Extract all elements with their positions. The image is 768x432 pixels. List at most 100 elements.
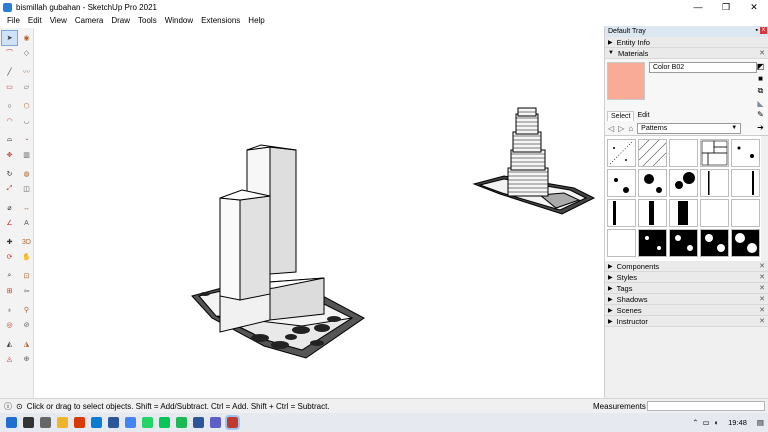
tool-scale-icon[interactable]: ⤢ — [2, 182, 17, 196]
tool-smoove-icon[interactable]: ◬ — [2, 352, 17, 366]
notifications-icon[interactable]: ▤ — [757, 418, 764, 427]
pattern-thumbnail[interactable] — [731, 199, 760, 227]
panel-close-icon[interactable]: ✕ — [759, 317, 765, 325]
home-icon[interactable]: ⌂ — [628, 124, 633, 133]
tool-arc-icon[interactable]: ◠ — [2, 114, 17, 128]
menu-tools[interactable]: Tools — [134, 16, 161, 25]
material-swatch[interactable] — [607, 62, 645, 100]
tool-sandbox-from-contours-icon[interactable]: ◭ — [2, 337, 17, 351]
tool-stamp-icon[interactable]: ⊕ — [19, 352, 34, 366]
panel-close-icon[interactable]: ✕ — [759, 284, 765, 292]
menu-extensions[interactable]: Extensions — [197, 16, 244, 25]
clock[interactable]: 19:48 — [728, 418, 747, 427]
thumbnail-scrollbar[interactable] — [761, 136, 768, 262]
menu-edit[interactable]: Edit — [24, 16, 46, 25]
tool-axes-icon[interactable]: ✚ — [2, 235, 17, 249]
pattern-thumbnail[interactable] — [669, 169, 698, 197]
tool-pan-icon[interactable]: ✋ — [19, 250, 34, 264]
panel-instructor[interactable]: ▶ Instructor ✕ — [605, 316, 768, 327]
materials-panel-header[interactable]: ▼ Materials ✕ — [605, 48, 768, 59]
info-icon[interactable]: ⓘ — [4, 401, 12, 412]
tool-paint-bucket-icon[interactable]: ◉ — [19, 31, 34, 45]
pattern-thumbnail[interactable] — [638, 199, 667, 227]
panel-shadows[interactable]: ▶ Shadows ✕ — [605, 294, 768, 305]
tool-follow-me-icon[interactable]: ◍ — [19, 167, 34, 181]
tool-zoom-window-icon[interactable]: ⊡ — [19, 269, 34, 283]
panel-tags[interactable]: ▶ Tags ✕ — [605, 283, 768, 294]
panel-components[interactable]: ▶ Components ✕ — [605, 261, 768, 272]
menu-camera[interactable]: Camera — [71, 16, 107, 25]
back-arrow-icon[interactable]: ◁ — [608, 124, 614, 133]
pattern-thumbnail[interactable] — [731, 229, 760, 257]
tool-rotate-icon[interactable]: ↻ — [2, 167, 17, 181]
pattern-thumbnail[interactable] — [638, 139, 667, 167]
menu-file[interactable]: File — [3, 16, 24, 25]
display-secondary-pane-icon[interactable]: ◩ — [756, 62, 765, 71]
tool-eraser-icon[interactable]: ◇ — [19, 46, 34, 60]
pattern-thumbnail[interactable] — [638, 169, 667, 197]
tool-protractor-icon[interactable]: ∠ — [2, 216, 17, 230]
pattern-thumbnail[interactable] — [607, 229, 636, 257]
panel-close-icon[interactable]: ✕ — [759, 273, 765, 281]
pattern-thumbnail[interactable] — [669, 199, 698, 227]
panel-scenes[interactable]: ▶ Scenes ✕ — [605, 305, 768, 316]
pattern-thumbnail[interactable] — [669, 139, 698, 167]
panel-close-icon[interactable]: ✕ — [759, 49, 765, 57]
tool-offset-icon[interactable]: ◫ — [19, 182, 34, 196]
edge-taskbar-icon[interactable] — [91, 417, 102, 428]
panel-close-icon[interactable]: ✕ — [759, 262, 765, 270]
task-view-taskbar-icon[interactable] — [40, 417, 51, 428]
pattern-thumbnail[interactable] — [700, 199, 729, 227]
close-button[interactable]: ✕ — [740, 0, 768, 14]
tool-section-plane-icon[interactable]: ⊘ — [19, 318, 34, 332]
details-arrow-icon[interactable]: ➔ — [756, 123, 765, 132]
tool-tape-measure-icon[interactable]: ⌀ — [2, 201, 17, 215]
tool-rotated-rectangle-icon[interactable]: ▱ — [19, 80, 34, 94]
pattern-thumbnail[interactable] — [731, 169, 760, 197]
tool-circle-icon[interactable]: ○ — [2, 99, 17, 113]
tool-previous-icon[interactable]: ⇦ — [19, 284, 34, 298]
windows-start-taskbar-icon[interactable] — [6, 417, 17, 428]
pattern-thumbnail[interactable] — [669, 229, 698, 257]
tool-position-camera-icon[interactable]: ♁ — [2, 303, 17, 317]
tool-zoom-icon[interactable]: ⌕ — [2, 269, 17, 283]
tool-sandbox-from-scratch-icon[interactable]: ◮ — [19, 337, 34, 351]
chrome-taskbar-icon[interactable] — [125, 417, 136, 428]
pattern-thumbnail[interactable] — [607, 199, 636, 227]
pattern-thumbnail[interactable] — [607, 169, 636, 197]
tool-rectangle-icon[interactable]: ▭ — [2, 80, 17, 94]
tool-lasso-icon[interactable]: ⌒ — [2, 46, 17, 60]
tool-2pt-arc-icon[interactable]: ◡ — [19, 114, 34, 128]
sketchup-taskbar-icon[interactable] — [225, 415, 240, 430]
file-explorer-taskbar-icon[interactable] — [57, 417, 68, 428]
maximize-button[interactable]: ❐ — [712, 0, 740, 14]
teams-taskbar-icon[interactable] — [210, 417, 221, 428]
office-taskbar-icon[interactable] — [74, 417, 85, 428]
menu-help[interactable]: Help — [244, 16, 268, 25]
user-icon[interactable]: ⊙ — [16, 402, 23, 411]
panel-styles[interactable]: ▶ Styles ✕ — [605, 272, 768, 283]
menu-window[interactable]: Window — [161, 16, 197, 25]
pin-icon[interactable]: ▪ — [756, 27, 758, 34]
tool-zoom-extents-icon[interactable]: ⊞ — [2, 284, 17, 298]
tool-move-icon[interactable]: ✥ — [2, 148, 17, 162]
pattern-thumbnail[interactable] — [731, 139, 760, 167]
tool-3pt-arc-icon[interactable]: ⌓ — [2, 133, 17, 147]
tab-select[interactable]: Select — [607, 111, 635, 121]
line-taskbar-icon[interactable] — [159, 417, 170, 428]
material-set-icon[interactable]: ⧉ — [756, 86, 765, 95]
spotify-taskbar-icon[interactable] — [176, 417, 187, 428]
modeling-viewport[interactable] — [34, 28, 604, 398]
tool-push-pull-icon[interactable]: ▥ — [19, 148, 34, 162]
eyedropper-icon[interactable]: ✎ — [756, 110, 765, 119]
entity-info-panel-header[interactable]: ▶ Entity Info — [605, 37, 768, 48]
tool-dimension-icon[interactable]: ↔ — [19, 201, 34, 215]
pattern-thumbnail[interactable] — [607, 139, 636, 167]
tab-edit[interactable]: Edit — [634, 111, 652, 121]
word-blue-taskbar-icon[interactable] — [108, 417, 119, 428]
tool-text-icon[interactable]: A — [19, 216, 34, 230]
material-name-field[interactable]: Color B02 — [649, 62, 757, 73]
tool-line-icon[interactable]: ╱ — [2, 65, 17, 79]
whatsapp-taskbar-icon[interactable] — [142, 417, 153, 428]
tool-orbit-icon[interactable]: ⟳ — [2, 250, 17, 264]
